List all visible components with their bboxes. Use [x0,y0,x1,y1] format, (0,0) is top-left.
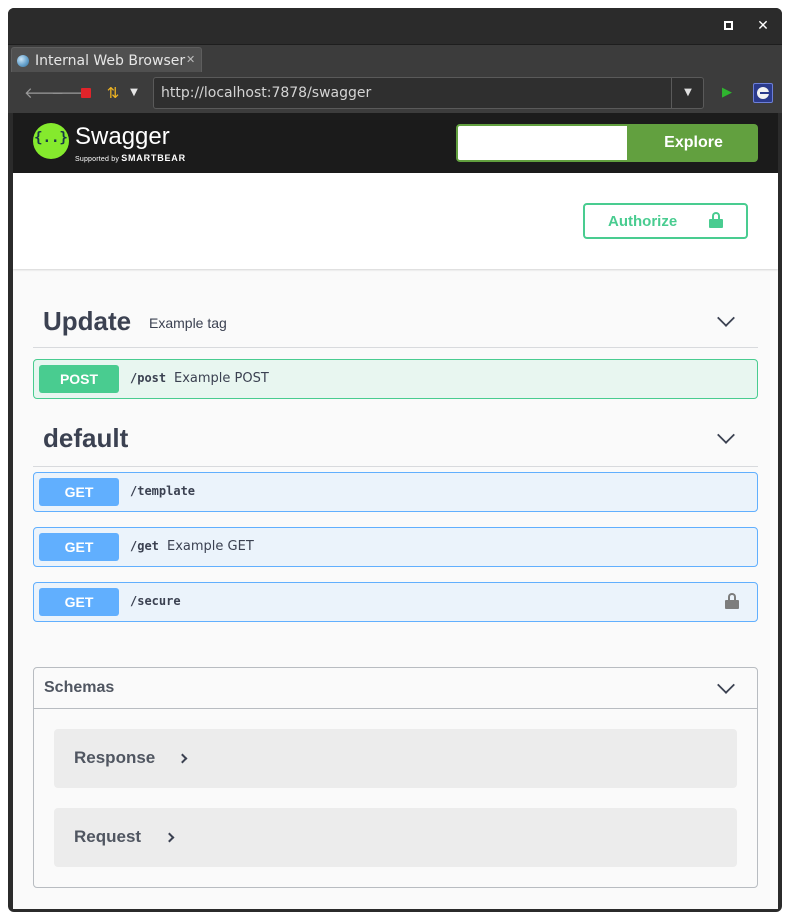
tab-strip: Internal Web Browser ✕ [8,44,782,73]
chevron-right-icon [177,753,188,764]
web-viewport: {..} Swagger Supported by SMARTBEAR Expl… [13,113,778,909]
url-bar: ▼ [153,77,704,109]
url-input[interactable] [154,78,670,108]
refresh-icon[interactable]: ⇅ [105,85,121,101]
operation-get-template[interactable]: GET /template [33,472,758,512]
schemas-title: Schemas [44,679,115,696]
dropdown-icon[interactable]: ▼ [126,85,142,101]
browser-tab[interactable]: Internal Web Browser ✕ [11,47,202,73]
swagger-topbar: {..} Swagger Supported by SMARTBEAR Expl… [13,113,778,173]
chevron-down-icon [717,309,735,327]
tag-name: default [43,423,129,453]
close-icon: ✕ [757,18,769,34]
spec-url-input[interactable] [456,124,629,162]
browser-window: ✕ Internal Web Browser ✕ 🡐 🡒 ⇅ ▼ ▼ ▶ {..… [8,8,782,912]
tag-description: Example tag [149,315,227,331]
operation-get-get[interactable]: GET /get Example GET [33,527,758,567]
method-badge: POST [39,365,119,393]
operation-path: /secure [130,594,181,608]
schemas-header[interactable]: Schemas [34,668,757,709]
chevron-down-icon [717,426,735,444]
tab-title: Internal Web Browser [35,53,186,69]
swagger-logo-icon[interactable]: {..} [33,123,69,159]
schemas-section: Schemas Response Request [33,667,758,888]
stop-icon[interactable] [78,85,94,101]
lock-icon[interactable] [725,593,739,609]
browser-toolbar: 🡐 🡒 ⇅ ▼ ▼ ▶ [8,72,782,113]
tag-header-default[interactable]: default [33,412,758,467]
method-badge: GET [39,588,119,616]
authorize-label: Authorize [608,213,678,230]
chevron-down-icon [717,676,735,694]
model-request[interactable]: Request [54,808,737,867]
close-window-button[interactable]: ✕ [755,18,771,34]
method-badge: GET [39,533,119,561]
swagger-brand: Swagger [75,123,170,150]
scheme-container: Authorize [13,173,778,269]
maximize-button[interactable] [721,18,737,34]
model-response[interactable]: Response [54,729,737,788]
operation-summary: Example GET [167,539,254,554]
method-badge: GET [39,478,119,506]
url-history-dropdown[interactable]: ▼ [671,78,704,108]
forward-arrow-icon[interactable]: 🡒 [51,85,91,101]
operation-path: /post [130,371,167,385]
tag-header-update[interactable]: Update Example tag [33,293,758,348]
operation-get-secure[interactable]: GET /secure [33,582,758,622]
operation-path: /template [130,484,196,498]
authorize-button[interactable]: Authorize [583,203,748,239]
operation-path: /get [130,539,159,553]
operation-summary: Example POST [174,371,269,386]
title-bar: ✕ [8,8,782,44]
chevron-right-icon [164,832,175,843]
globe-icon [17,55,29,67]
swagger-supported-by: Supported by SMARTBEAR [75,153,186,163]
maximize-icon [724,21,733,30]
tag-section-default: default [33,412,758,467]
tag-section-update: Update Example tag [33,293,758,348]
back-arrow-icon[interactable]: 🡐 [24,85,64,101]
eclipse-icon[interactable] [753,83,773,103]
go-icon[interactable]: ▶ [719,85,735,101]
unlocked-icon [709,212,723,228]
explore-button[interactable]: Explore [629,124,758,162]
tag-name: Update [43,306,132,336]
model-name: Request [74,827,142,846]
model-name: Response [74,748,156,767]
operation-post-post[interactable]: POST /post Example POST [33,359,758,399]
tab-close-icon[interactable]: ✕ [186,53,195,66]
